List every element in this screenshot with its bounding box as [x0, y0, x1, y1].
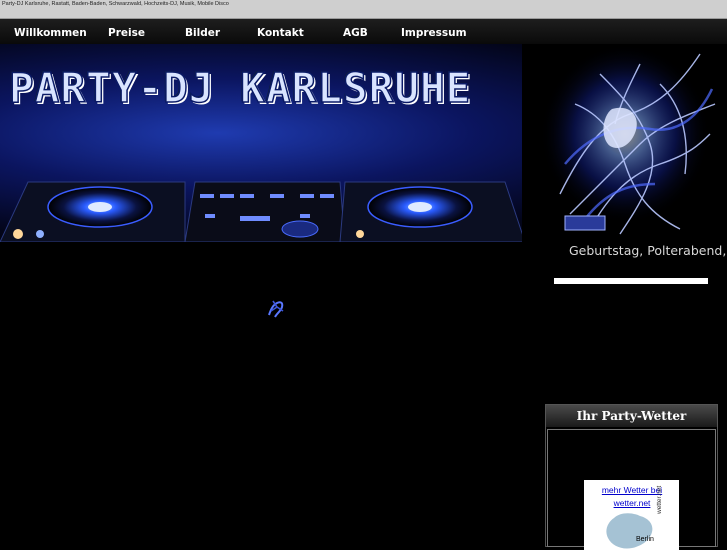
nav-item-preise[interactable]: Preise	[108, 27, 145, 39]
nav-item-impressum[interactable]: Impressum	[401, 27, 467, 39]
main-navigation: Willkommen Preise Bilder Kontakt AGB Imp…	[0, 19, 727, 44]
dj-decks-image	[0, 44, 727, 242]
weather-box: mehr Wetter bei wetter.net Berlin wetter…	[584, 480, 679, 550]
germany-map-icon	[606, 513, 653, 549]
weather-widget: Ihr Party-Wetter mehr Wetter bei wetter.…	[545, 404, 718, 550]
weather-widget-title: Ihr Party-Wetter	[546, 405, 717, 427]
header-banner: PARTY-DJ KARLSRUHE	[0, 44, 727, 242]
nav-item-bilder[interactable]: Bilder	[185, 27, 220, 39]
page-title-text: Party-DJ Karlsruhe, Rastatt, Baden-Baden…	[2, 1, 229, 7]
nav-item-agb[interactable]: AGB	[343, 27, 368, 39]
decorative-dancer-icon	[268, 300, 284, 318]
slogan-text: Geburtstag, Polterabend,	[569, 243, 727, 258]
weather-brand-label: wetter.net	[656, 485, 663, 514]
weather-city-label: Berlin	[636, 536, 654, 543]
browser-title-strip: Party-DJ Karlsruhe, Rastatt, Baden-Baden…	[0, 0, 727, 19]
nav-item-kontakt[interactable]: Kontakt	[257, 27, 304, 39]
white-bar	[554, 278, 708, 284]
nav-item-willkommen[interactable]: Willkommen	[14, 27, 87, 39]
weather-widget-body: mehr Wetter bei wetter.net Berlin wetter…	[547, 429, 716, 550]
